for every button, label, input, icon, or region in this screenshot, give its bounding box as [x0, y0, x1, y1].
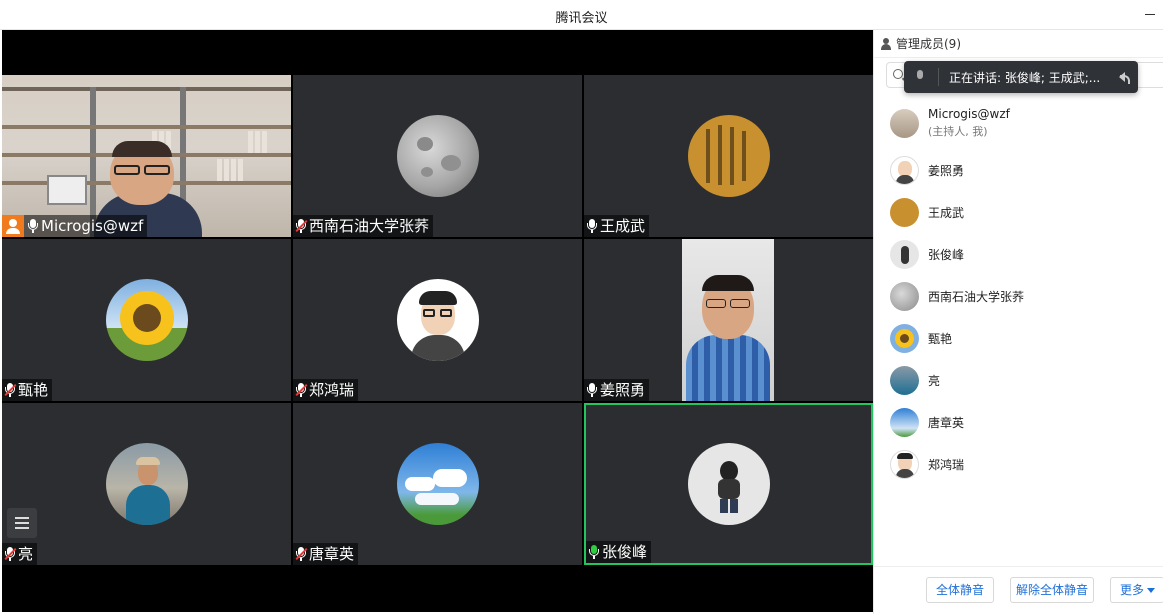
video-tile[interactable]: 姜照勇: [584, 239, 873, 401]
tile-name: Microgis@wzf: [41, 217, 144, 235]
member-name: 王成武: [928, 205, 965, 220]
tile-name: 唐章英: [309, 545, 355, 563]
video-tile[interactable]: 郑鸿瑞: [293, 239, 582, 401]
speaking-toast: 正在讲话: 张俊峰; 王成武;...: [904, 61, 1138, 93]
host-video-feed: [2, 75, 291, 237]
tile-name: 西南石油大学张荞: [309, 217, 430, 235]
mic-icon: [586, 218, 598, 234]
video-grid: Microgis@wzf 西南石油大学张荞 王成武 甄艳 郑鸿瑞 姜照勇 亮 唐…: [2, 75, 873, 567]
avatar-moon: [396, 115, 479, 197]
video-tile-speaking[interactable]: 张俊峰: [584, 403, 873, 565]
avatar: [890, 239, 919, 269]
tile-name: 王成武: [600, 217, 646, 235]
mic-muted-icon: [295, 382, 307, 398]
avatar: [890, 407, 919, 437]
member-name: 亮: [928, 373, 941, 388]
reply-icon[interactable]: [1114, 70, 1130, 84]
member-name: 西南石油大学张荞: [928, 289, 1025, 304]
tile-name: 郑鸿瑞: [309, 381, 355, 399]
video-tile[interactable]: 王成武: [584, 75, 873, 237]
chevron-down-icon: [1147, 587, 1155, 597]
layout-list-button[interactable]: [7, 508, 37, 538]
tile-name: 亮: [18, 545, 34, 563]
avatar-sky-clouds: [396, 443, 479, 525]
member-role: (主持人, 我): [928, 125, 988, 138]
tile-name: 姜照勇: [600, 381, 646, 399]
speaking-toast-text: 正在讲话: 张俊峰; 王成武;...: [949, 70, 1101, 85]
member-name: Microgis@wzf: [928, 107, 1010, 121]
more-label: 更多: [1119, 583, 1144, 597]
video-tile[interactable]: 甄艳: [2, 239, 291, 401]
minimize-button[interactable]: [1143, 4, 1159, 24]
avatar-sunflower: [105, 279, 188, 361]
divider: [938, 68, 939, 86]
tile-name: 甄艳: [18, 381, 49, 399]
tile-nameplate: 姜照勇: [584, 379, 650, 401]
mic-icon: [914, 70, 926, 84]
mic-muted-icon: [4, 546, 16, 562]
avatar: [890, 108, 919, 138]
member-item[interactable]: 姜照勇: [890, 153, 1150, 187]
tile-nameplate: 张俊峰: [586, 541, 652, 563]
tile-name: 张俊峰: [602, 543, 648, 561]
mic-muted-icon: [295, 546, 307, 562]
avatar: [890, 197, 919, 227]
member-item[interactable]: 亮: [890, 363, 1150, 397]
title-bar: 腾讯会议: [0, 0, 1163, 30]
host-icon: [2, 215, 24, 237]
person-icon: [880, 37, 892, 50]
video-tile[interactable]: 唐章英: [293, 403, 582, 565]
members-header-label: 管理成员(9): [896, 37, 961, 51]
tile-nameplate: 唐章英: [293, 543, 359, 565]
member-name: 姜照勇: [928, 163, 965, 178]
more-button[interactable]: 更多: [1110, 577, 1163, 603]
video-tile[interactable]: 西南石油大学张荞: [293, 75, 582, 237]
search-icon: [893, 69, 903, 79]
mic-muted-icon: [295, 218, 307, 234]
avatar: [890, 449, 919, 479]
mic-icon: [586, 382, 598, 398]
window-title: 腾讯会议: [555, 11, 608, 26]
avatar: [890, 365, 919, 395]
members-panel: 管理成员(9) Microgis@wzf (主持人, 我) 姜照勇 王成武 张俊…: [873, 30, 1163, 614]
video-tile[interactable]: 亮: [2, 403, 291, 565]
mic-muted-icon: [4, 382, 16, 398]
member-item[interactable]: 唐章英: [890, 405, 1150, 439]
mute-all-button[interactable]: 全体静音: [926, 577, 994, 603]
member-name: 郑鸿瑞: [928, 457, 965, 472]
tile-nameplate: Microgis@wzf: [2, 215, 148, 237]
unmute-all-button[interactable]: 解除全体静音: [1010, 577, 1094, 603]
member-name: 甄艳: [928, 331, 953, 346]
tile-nameplate: 郑鸿瑞: [293, 379, 359, 401]
member-item[interactable]: 甄艳: [890, 321, 1150, 355]
video-stage: Microgis@wzf 西南石油大学张荞 王成武 甄艳 郑鸿瑞 姜照勇 亮 唐…: [2, 30, 873, 612]
member-name: 唐章英: [928, 415, 965, 430]
tile-nameplate: 甄艳: [2, 379, 53, 401]
member-item[interactable]: 西南石油大学张荞: [890, 279, 1150, 313]
member-item[interactable]: Microgis@wzf (主持人, 我): [890, 106, 1150, 140]
tile-nameplate: 王成武: [584, 215, 650, 237]
avatar-calligraphy: [687, 115, 770, 197]
video-feed: [682, 239, 774, 401]
tile-nameplate: 西南石油大学张荞: [293, 215, 434, 237]
member-name: 张俊峰: [928, 247, 965, 262]
member-item[interactable]: 郑鸿瑞: [890, 447, 1150, 481]
members-footer: 全体静音 解除全体静音 更多: [874, 566, 1163, 614]
avatar: [890, 323, 919, 353]
members-header: 管理成员(9): [874, 30, 1163, 58]
mic-speaking-icon: [588, 544, 600, 560]
avatar: [890, 281, 919, 311]
avatar-hiker: [105, 443, 188, 525]
avatar-child: [687, 443, 770, 525]
member-item[interactable]: 王成武: [890, 195, 1150, 229]
avatar-cartoon: [396, 279, 479, 361]
member-item[interactable]: 张俊峰: [890, 237, 1150, 271]
mic-icon: [27, 218, 39, 234]
tile-nameplate: 亮: [2, 543, 38, 565]
avatar: [890, 155, 919, 185]
video-tile-host[interactable]: Microgis@wzf: [2, 75, 291, 237]
